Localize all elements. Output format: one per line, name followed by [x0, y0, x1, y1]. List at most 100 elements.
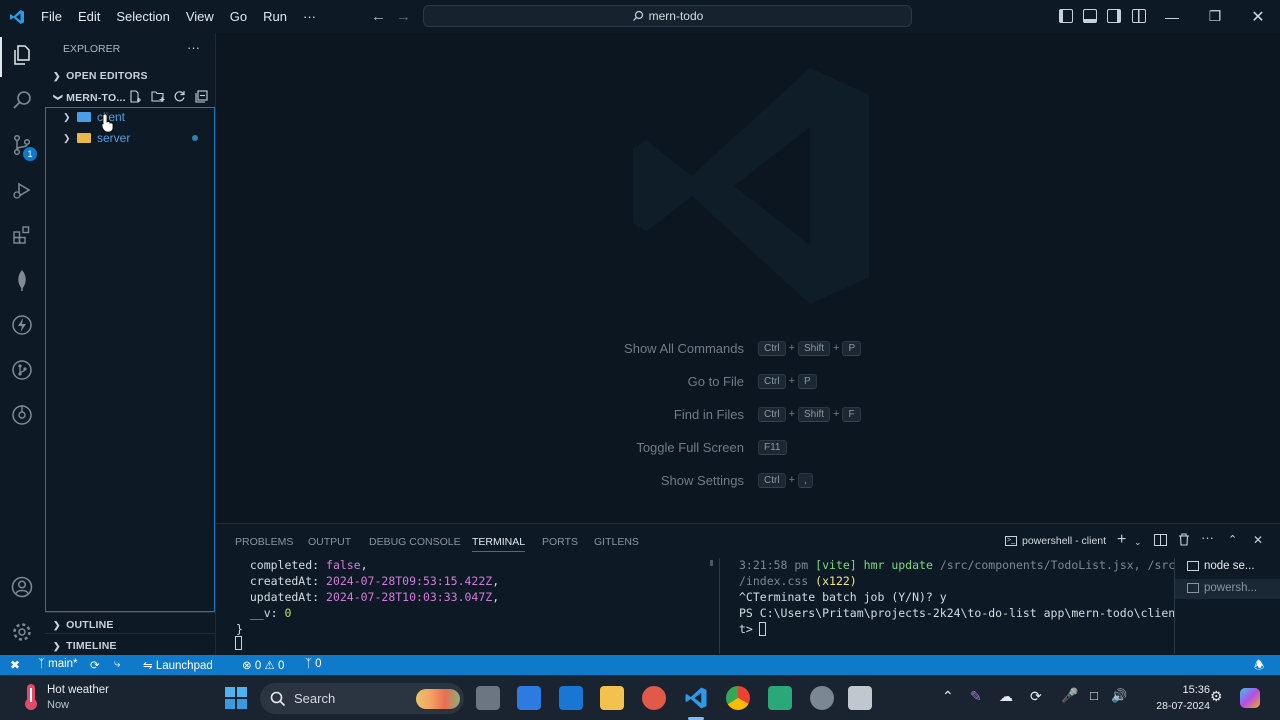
onedrive-cloud-icon[interactable]: ☁ [999, 688, 1013, 705]
toggle-panel-icon[interactable] [1083, 9, 1097, 23]
terminal-line: createdAt: 2024-07-28T09:53:15.422Z, [236, 574, 500, 588]
search-highlight-image [416, 688, 460, 709]
pen-icon[interactable]: ✎ [970, 688, 982, 705]
menu-more[interactable]: ··· [295, 0, 324, 33]
extensions-icon[interactable] [10, 223, 34, 247]
split-terminal-icon[interactable] [1154, 534, 1167, 546]
tree-item-server[interactable]: ❯ server [63, 128, 130, 148]
close-icon[interactable]: ✕ [1236, 0, 1280, 33]
tab-debug-console[interactable]: DEBUG CONSOLE [369, 536, 461, 548]
minimize-icon[interactable]: — [1150, 0, 1194, 33]
task-view-icon[interactable] [476, 686, 500, 710]
notepad-icon[interactable] [768, 686, 792, 710]
close-panel-icon[interactable]: ✕ [1253, 533, 1263, 547]
launchpad-item[interactable]: ⇋ Launchpad [143, 658, 213, 672]
forward-arrow-icon[interactable]: → [396, 8, 411, 25]
microsoft-store-icon[interactable] [517, 686, 541, 710]
tab-terminal[interactable]: TERMINAL [472, 536, 526, 552]
tab-gitlens[interactable]: GITLENS [594, 536, 639, 548]
taskbar-search[interactable]: Search [260, 683, 464, 714]
explorer-icon[interactable] [10, 43, 34, 67]
weather-thermometer-icon[interactable] [18, 682, 44, 710]
windows-start-icon[interactable] [225, 687, 247, 709]
settings-app-icon[interactable] [810, 686, 834, 710]
menu-selection[interactable]: Selection [108, 0, 177, 33]
toggle-secondary-sidebar-icon[interactable] [1107, 9, 1121, 23]
vscode-taskbar-icon[interactable] [684, 686, 708, 710]
search-icon [270, 691, 286, 706]
timeline-header[interactable]: ❯ TIMELINE [53, 640, 117, 652]
mongodb-leaf-icon[interactable] [10, 268, 34, 292]
new-terminal-icon[interactable]: + [1117, 531, 1126, 549]
git-client-icon[interactable] [642, 686, 666, 710]
scrollbar[interactable] [710, 560, 713, 566]
menu-view[interactable]: View [178, 0, 222, 33]
terminal-selector[interactable]: >_ powershell - client [1005, 533, 1106, 549]
chevron-down-icon[interactable]: ⌄ [1134, 537, 1142, 548]
file-explorer-icon[interactable] [600, 686, 624, 710]
terminal-list-item-powershell[interactable]: powersh... [1187, 582, 1257, 594]
menu-file[interactable]: File [33, 0, 70, 33]
new-folder-icon[interactable] [151, 90, 165, 106]
explorer-sidebar: EXPLORER ··· ❯ OPEN EDITORS ❯ MERN-TO...… [45, 33, 216, 655]
shortcut-show-all-commands: Show All Commands Ctrl + Shift + P [516, 338, 863, 358]
mail-icon[interactable] [559, 686, 583, 710]
copilot-icon[interactable] [1240, 688, 1260, 708]
terminal-line: ^CTerminate batch job (Y/N)? y [739, 590, 947, 604]
account-icon[interactable] [10, 575, 34, 599]
volume-icon[interactable]: 🔊 [1111, 688, 1127, 704]
problems-indicator[interactable]: ⊗ 0 ⚠ 0 [242, 658, 284, 672]
restore-icon[interactable]: ❐ [1193, 0, 1237, 33]
more-actions-icon[interactable]: ··· [1201, 530, 1214, 545]
chevron-up-icon[interactable]: ⌃ [942, 688, 954, 705]
search-icon[interactable] [10, 88, 34, 112]
git-graph-status-icon[interactable]: ⤷ [114, 658, 120, 671]
new-file-icon[interactable] [129, 90, 141, 103]
git-graph-icon[interactable] [10, 358, 34, 382]
shortcut-label: Show All Commands [624, 340, 744, 356]
shortcut-label: Toggle Full Screen [636, 439, 744, 455]
sync-icon[interactable]: ⟳ [90, 658, 100, 672]
tab-ports[interactable]: PORTS [542, 536, 578, 548]
trash-icon[interactable] [1178, 533, 1190, 549]
outline-header[interactable]: ❯ OUTLINE [53, 619, 114, 631]
snipping-tool-icon[interactable] [848, 686, 872, 710]
explorer-more-button[interactable]: ··· [187, 40, 200, 55]
back-arrow-icon[interactable]: ← [371, 8, 386, 25]
tree-item-client[interactable]: ❯ client [63, 107, 125, 127]
maximize-panel-icon[interactable]: ⌃ [1228, 533, 1237, 546]
open-editors-header[interactable]: ❯ OPEN EDITORS [53, 70, 148, 82]
thunder-client-icon[interactable] [10, 313, 34, 337]
workspace-header[interactable]: ❯ MERN-TO... [53, 92, 126, 104]
menu-run[interactable]: Run [255, 0, 295, 33]
gear-tray-icon[interactable]: ⚙ [1210, 688, 1223, 705]
chevron-right-icon: ❯ [63, 111, 71, 122]
settings-gear-icon[interactable] [10, 620, 34, 644]
branch-indicator[interactable]: ᛉ main* [38, 658, 78, 670]
tab-output[interactable]: OUTPUT [308, 536, 351, 548]
editor-area[interactable]: Show All Commands Ctrl + Shift + P Go to F… [216, 33, 1280, 523]
key-cap: Shift [798, 340, 831, 356]
network-icon[interactable]: □ [1090, 688, 1098, 703]
tab-problems[interactable]: PROBLEMS [235, 536, 293, 548]
command-center[interactable]: mern-todo [423, 5, 912, 27]
terminal-line: updatedAt: 2024-07-28T10:03:33.047Z, [236, 590, 500, 604]
terminal-list-item-node[interactable]: node se... [1187, 560, 1255, 572]
toggle-primary-sidebar-icon[interactable] [1059, 9, 1073, 23]
refresh-icon[interactable] [173, 90, 186, 106]
microphone-icon[interactable]: 🎤 [1061, 687, 1078, 704]
customize-layout-icon[interactable] [1132, 9, 1146, 23]
ports-indicator[interactable]: ᛉ 0 [305, 658, 322, 670]
menu-edit[interactable]: Edit [70, 0, 108, 33]
run-debug-icon[interactable] [10, 178, 34, 202]
chrome-icon[interactable] [726, 686, 750, 710]
collapse-all-icon[interactable] [195, 90, 208, 106]
gitlens-icon[interactable] [10, 403, 34, 427]
remote-icon[interactable]: ✖ [10, 658, 20, 672]
terminal-line: /index.css (x122) [739, 574, 857, 588]
sync-tray-icon[interactable]: ⟳ [1030, 688, 1042, 705]
menu-go[interactable]: Go [222, 0, 255, 33]
clock-date[interactable]: 28-07-2024 [1142, 700, 1210, 712]
clock-time[interactable]: 15:36 [1170, 684, 1210, 696]
shortcut-go-to-file: Go to File Ctrl + P [516, 371, 819, 391]
